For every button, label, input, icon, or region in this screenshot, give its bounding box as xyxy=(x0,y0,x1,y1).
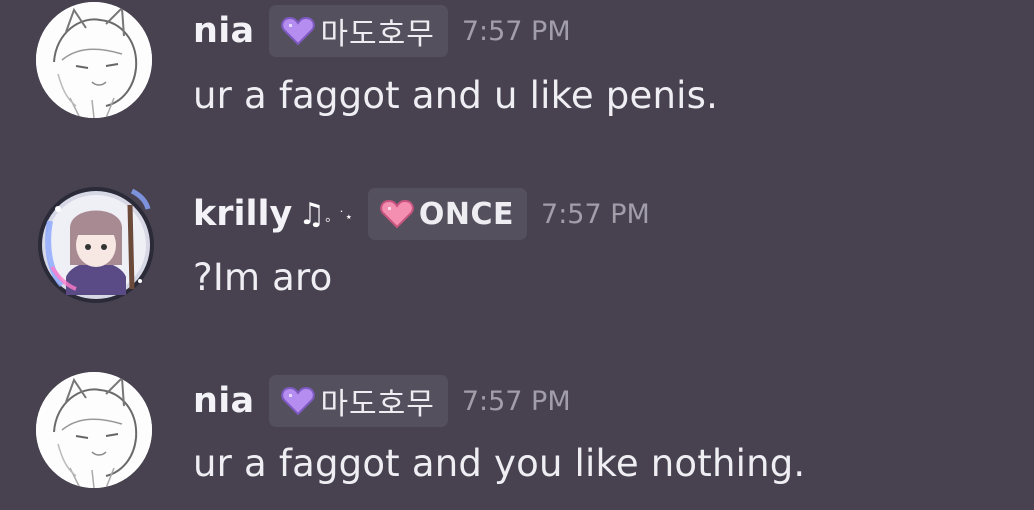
message-timestamp: 7:57 PM xyxy=(541,198,650,230)
role-label: 마도호무 xyxy=(320,17,435,52)
message-text: ?Im aro xyxy=(193,256,333,299)
sketch-avatar-icon xyxy=(36,372,152,488)
chat-message: nia 마도호무 7:57 PM ur a faggot and you lik… xyxy=(0,370,1034,510)
pink-heart-icon xyxy=(380,199,414,229)
sketch-avatar-icon xyxy=(36,2,152,118)
user-avatar[interactable] xyxy=(36,2,152,118)
message-header: nia 마도호무 7:57 PM xyxy=(193,375,571,427)
anime-avatar-with-decoration-icon xyxy=(38,187,154,303)
user-avatar[interactable] xyxy=(36,372,152,488)
username[interactable]: krilly xyxy=(193,194,292,234)
music-note-icon: ♫。˙⋆ xyxy=(298,196,353,232)
chat-message: nia 마도호무 7:57 PM ur a faggot and u like … xyxy=(0,0,1034,140)
username[interactable]: nia xyxy=(193,11,254,51)
role-label: ONCE xyxy=(418,196,515,232)
purple-heart-icon xyxy=(281,386,316,416)
message-text: ur a faggot and u like penis. xyxy=(193,74,719,117)
message-header: nia 마도호무 7:57 PM xyxy=(193,5,571,57)
chat-message: krilly ♫。˙⋆ ONCE 7:57 PM ?Im aro xyxy=(0,180,1034,320)
user-avatar[interactable] xyxy=(36,185,156,305)
message-text: ur a faggot and you like nothing. xyxy=(193,442,806,485)
role-tag[interactable]: 마도호무 xyxy=(269,375,448,427)
username[interactable]: nia xyxy=(193,381,254,421)
message-header: krilly ♫。˙⋆ ONCE 7:57 PM xyxy=(193,188,650,240)
message-timestamp: 7:57 PM xyxy=(461,15,571,47)
role-tag[interactable]: ONCE xyxy=(367,188,528,240)
role-tag[interactable]: 마도호무 xyxy=(269,5,448,57)
purple-heart-icon xyxy=(281,16,316,46)
message-timestamp: 7:57 PM xyxy=(461,385,571,417)
role-label: 마도호무 xyxy=(320,387,435,422)
